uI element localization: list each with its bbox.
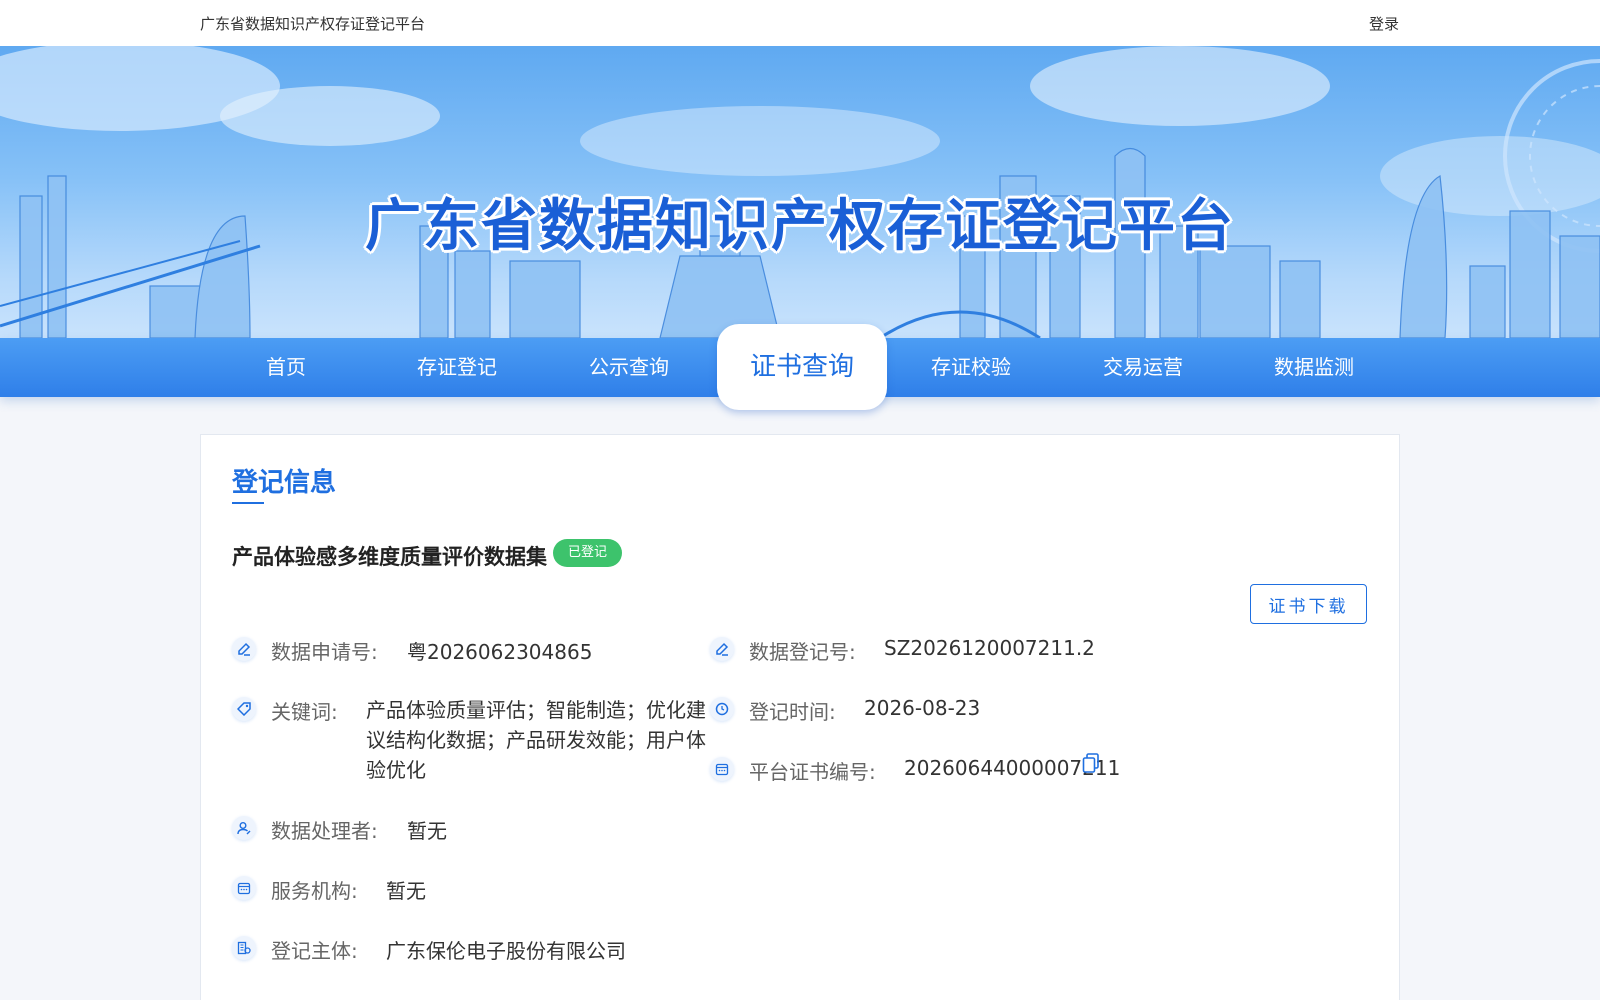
main-nav: 首页 存证登记 公示查询 证书查询 存证校验 交易运营 数据监测 — [0, 324, 1600, 410]
nav-item-data-monitor[interactable]: 数据监测 — [1234, 338, 1394, 397]
registration-info-panel: 登记信息 产品体验感多维度质量评价数据集 已登记 证书下载 数据申请号: 粤20… — [200, 434, 1400, 1000]
field-value: 暂无 — [407, 819, 447, 843]
clock-icon — [710, 697, 734, 721]
dataset-name: 产品体验感多维度质量评价数据集 — [232, 545, 547, 569]
nav-item-deposit-verify[interactable]: 存证校验 — [891, 338, 1051, 397]
field-value: 暂无 — [386, 879, 426, 903]
nav-item-home[interactable]: 首页 — [206, 338, 366, 397]
field-label: 登记主体: — [271, 939, 358, 963]
field-label: 数据申请号: — [271, 640, 378, 664]
field-label: 数据处理者: — [271, 819, 378, 843]
edit-icon — [232, 637, 256, 661]
panel-title: 登记信息 — [232, 468, 337, 498]
certificate-download-button[interactable]: 证书下载 — [1250, 584, 1367, 624]
field-value: 产品体验质量评估；智能制造；优化建议结构化数据；产品研发效能；用户体验优化 — [366, 698, 706, 782]
title-underline — [232, 502, 264, 504]
status-badge: 已登记 — [553, 539, 623, 567]
edit-icon — [710, 637, 734, 661]
field-value: 广东保伦电子股份有限公司 — [386, 939, 626, 963]
login-link[interactable]: 登录 — [1369, 13, 1399, 34]
user-icon — [232, 816, 256, 840]
nav-item-deposit-register[interactable]: 存证登记 — [377, 338, 537, 397]
field-label: 登记时间: — [749, 700, 836, 724]
field-label: 服务机构: — [271, 879, 358, 903]
calendar-icon — [232, 876, 256, 900]
field-label: 平台证书编号: — [749, 760, 876, 784]
field-value: 2026-08-23 — [864, 696, 981, 720]
field-value: 粤2026062304865 — [407, 640, 593, 664]
nav-item-certificate-query[interactable]: 证书查询 — [717, 324, 887, 410]
calendar-icon — [710, 757, 734, 781]
banner-title: 广东省数据知识产权存证登记平台 — [365, 194, 1235, 259]
copy-icon[interactable] — [1082, 753, 1100, 780]
field-label: 关键词: — [271, 700, 338, 724]
top-bar: 广东省数据知识产权存证登记平台 登录 — [0, 0, 1600, 46]
nav-item-trade-operation[interactable]: 交易运营 — [1063, 338, 1223, 397]
building-icon — [232, 936, 256, 960]
hero-banner: 广东省数据知识产权存证登记平台 — [0, 46, 1600, 338]
nav-item-public-query[interactable]: 公示查询 — [549, 338, 709, 397]
site-name: 广东省数据知识产权存证登记平台 — [200, 15, 426, 33]
field-value: SZ2026120007211.2 — [884, 636, 1095, 660]
field-label: 数据登记号: — [749, 640, 856, 664]
tag-icon — [232, 697, 256, 721]
